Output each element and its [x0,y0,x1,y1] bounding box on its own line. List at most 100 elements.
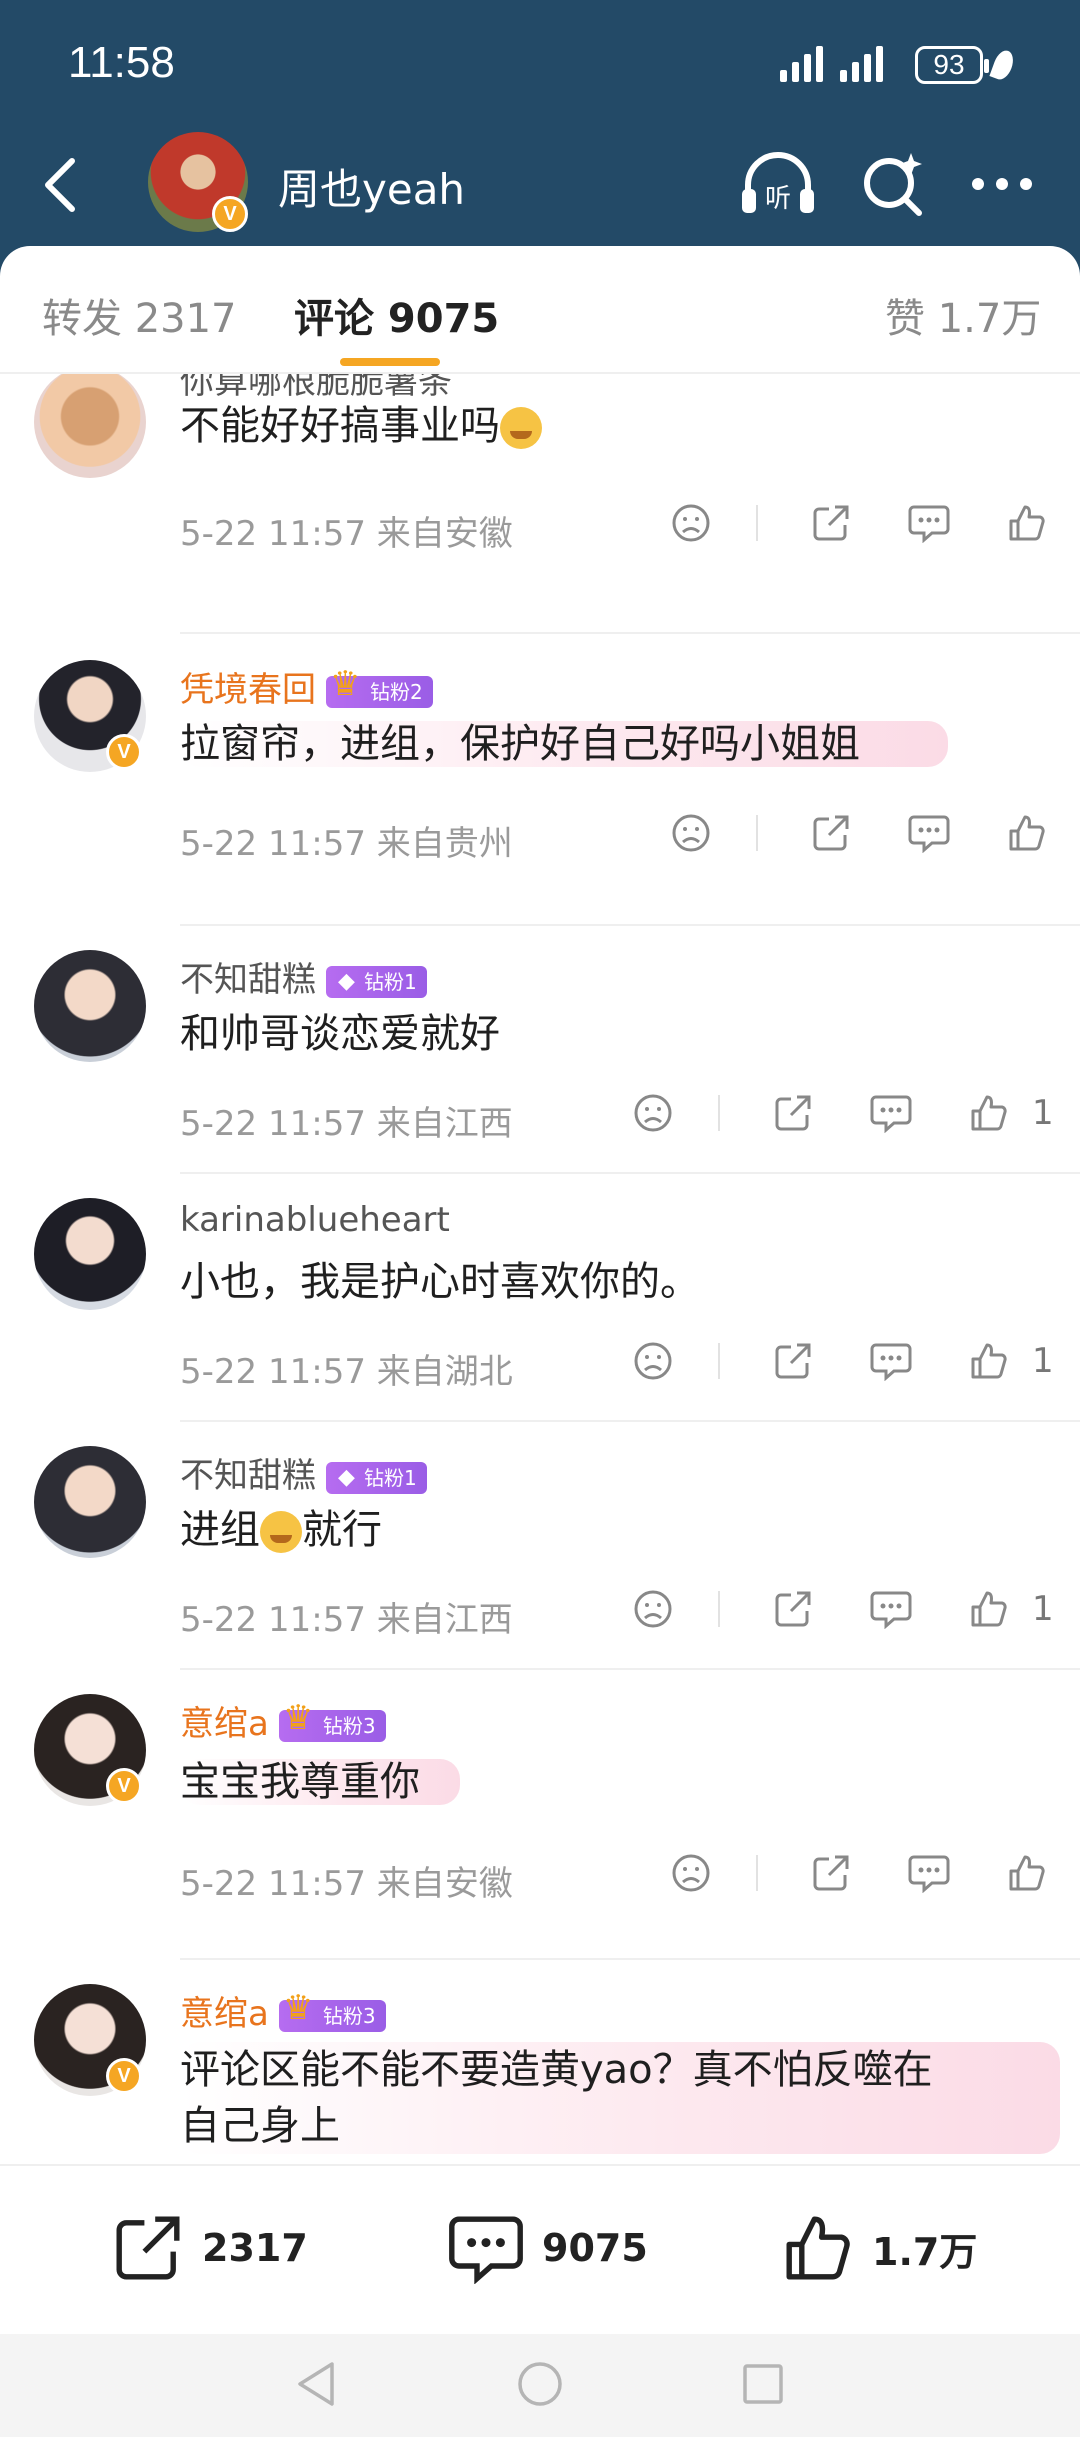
commenter-avatar[interactable] [34,950,146,1062]
comment-meta: 5-22 11:57 来自安徽 [180,514,513,554]
comment-text: 不能好好搞事业吗 [180,398,542,454]
signal-icon [780,44,823,82]
status-bar: 11:58 93 [0,0,1080,130]
share-button[interactable] [768,1336,818,1386]
commenter-name[interactable]: 意绾a钻粉3 [180,1986,386,2035]
comment-bubble-icon [908,1855,950,1893]
commenter-name[interactable]: 凭境春回钻粉2 [180,662,433,711]
fan-badge: 钻粉3 [278,1992,386,2032]
like-post-button[interactable]: 1.7万 [782,2212,977,2284]
dislike-button[interactable] [628,1336,678,1386]
thumbs-up-icon [971,1343,1007,1379]
like-button[interactable] [1002,498,1052,548]
comment-button[interactable]: 9075 [448,2212,648,2284]
more-button[interactable] [962,144,1042,224]
thumbs-up-icon [971,1591,1007,1627]
commenter-name[interactable]: 不知甜糕钻粉1 [180,952,427,1001]
comment-item: karinablueheart 小也，我是护心时喜欢你的。 5-22 11:57… [0,1174,1080,1422]
post-header: V 周也yeah 听 [0,130,1080,250]
tab-repost[interactable]: 转发 2317 [42,286,237,344]
svg-text:听: 听 [765,184,791,214]
like-button[interactable] [964,1088,1014,1138]
comment-item: V 意绾a钻粉3 评论区能不能不要造黄yao？真不怕反噬在 自己身上 [0,1960,1080,2164]
fan-badge: 钻粉2 [326,668,433,708]
comment-actions [618,1848,1052,1898]
comment-list: 你算哪根脆脆薯条 不能好好搞事业吗 5-22 11:57 来自安徽 V 凭境春回… [0,374,1080,2164]
commenter-name[interactable]: 意绾a钻粉3 [180,1696,386,1745]
comment-bubble-icon [908,505,950,543]
dislike-button[interactable] [628,1088,678,1138]
like-button[interactable] [1002,1848,1052,1898]
share-icon [116,2216,180,2280]
verified-badge-icon: V [106,734,142,770]
comment-actions [618,808,1052,858]
reply-button[interactable] [866,1336,916,1386]
back-button[interactable] [30,150,90,220]
share-button[interactable] [806,498,856,548]
comment-bubble-icon [870,1591,912,1629]
search-sparkle-icon [864,153,922,216]
comment-text: 拉窗帘，进组，保护好自己好吗小姐姐 [180,716,948,772]
comment-text: 宝宝我尊重你 [180,1754,460,1810]
action-divider [756,815,758,851]
like-count: 1 [1032,1341,1054,1381]
frown-face-icon [672,1854,710,1892]
comment-meta: 5-22 11:57 来自江西 [180,1600,513,1640]
share-button[interactable] [806,1848,856,1898]
nav-recents-button[interactable] [733,2354,793,2414]
comment-item: V 意绾a钻粉3 宝宝我尊重你 5-22 11:57 来自安徽 [0,1670,1080,1960]
square-recents-icon [743,2364,783,2404]
share-button[interactable] [768,1584,818,1634]
reply-button[interactable] [904,808,954,858]
reply-button[interactable] [866,1088,916,1138]
dislike-button[interactable] [666,808,716,858]
action-divider [756,505,758,541]
tab-likes[interactable]: 赞 1.7万 [885,286,1041,344]
like-button[interactable] [1002,808,1052,858]
action-divider [718,1343,720,1379]
fan-badge: 钻粉1 [326,965,427,998]
dislike-button[interactable] [666,498,716,548]
reply-button[interactable] [904,498,954,548]
verified-badge-icon: V [106,1768,142,1804]
comment-actions: 1 [580,1336,1054,1386]
share-button[interactable] [806,808,856,858]
circle-home-icon [518,2362,562,2406]
reply-button[interactable] [866,1584,916,1634]
dislike-button[interactable] [666,1848,716,1898]
commenter-avatar[interactable] [34,1198,146,1310]
nav-back-button[interactable] [286,2354,346,2414]
listen-button[interactable]: 听 [738,144,818,224]
like-button[interactable] [964,1584,1014,1634]
search-button[interactable] [854,144,934,224]
crying-emoji-icon [500,407,542,449]
frown-face-icon [672,814,710,852]
comment-bubble-icon [870,1343,912,1381]
comment-bubble-icon [908,815,950,853]
frown-face-icon [634,1094,672,1132]
share-icon [775,1343,811,1379]
reply-button[interactable] [904,1848,954,1898]
tab-bar: 转发 2317 评论 9075 赞 1.7万 [0,246,1080,374]
share-button[interactable] [768,1088,818,1138]
post-action-bar: 2317 9075 1.7万 [0,2164,1080,2334]
dislike-button[interactable] [628,1584,678,1634]
verified-badge-icon: V [106,2058,142,2094]
action-divider [718,1591,720,1627]
comment-actions [618,498,1052,548]
author-name[interactable]: 周也yeah [278,156,465,217]
frown-face-icon [672,504,710,542]
commenter-avatar[interactable] [34,1446,146,1558]
comment-text: 进组 就行 [180,1507,382,1553]
commenter-name[interactable]: 不知甜糕钻粉1 [180,1448,427,1497]
comment-actions: 1 [580,1088,1054,1138]
comment-text: 和帅哥谈恋爱就好 [180,1011,500,1057]
share-icon [775,1591,811,1627]
tab-comments[interactable]: 评论 9075 [294,286,499,344]
commenter-name[interactable]: karinablueheart [180,1200,450,1240]
like-button[interactable] [964,1336,1014,1386]
repost-button[interactable]: 2317 [112,2212,308,2284]
nav-home-button[interactable] [510,2354,570,2414]
commenter-avatar[interactable] [34,374,146,478]
headphones-icon: 听 [742,152,814,214]
